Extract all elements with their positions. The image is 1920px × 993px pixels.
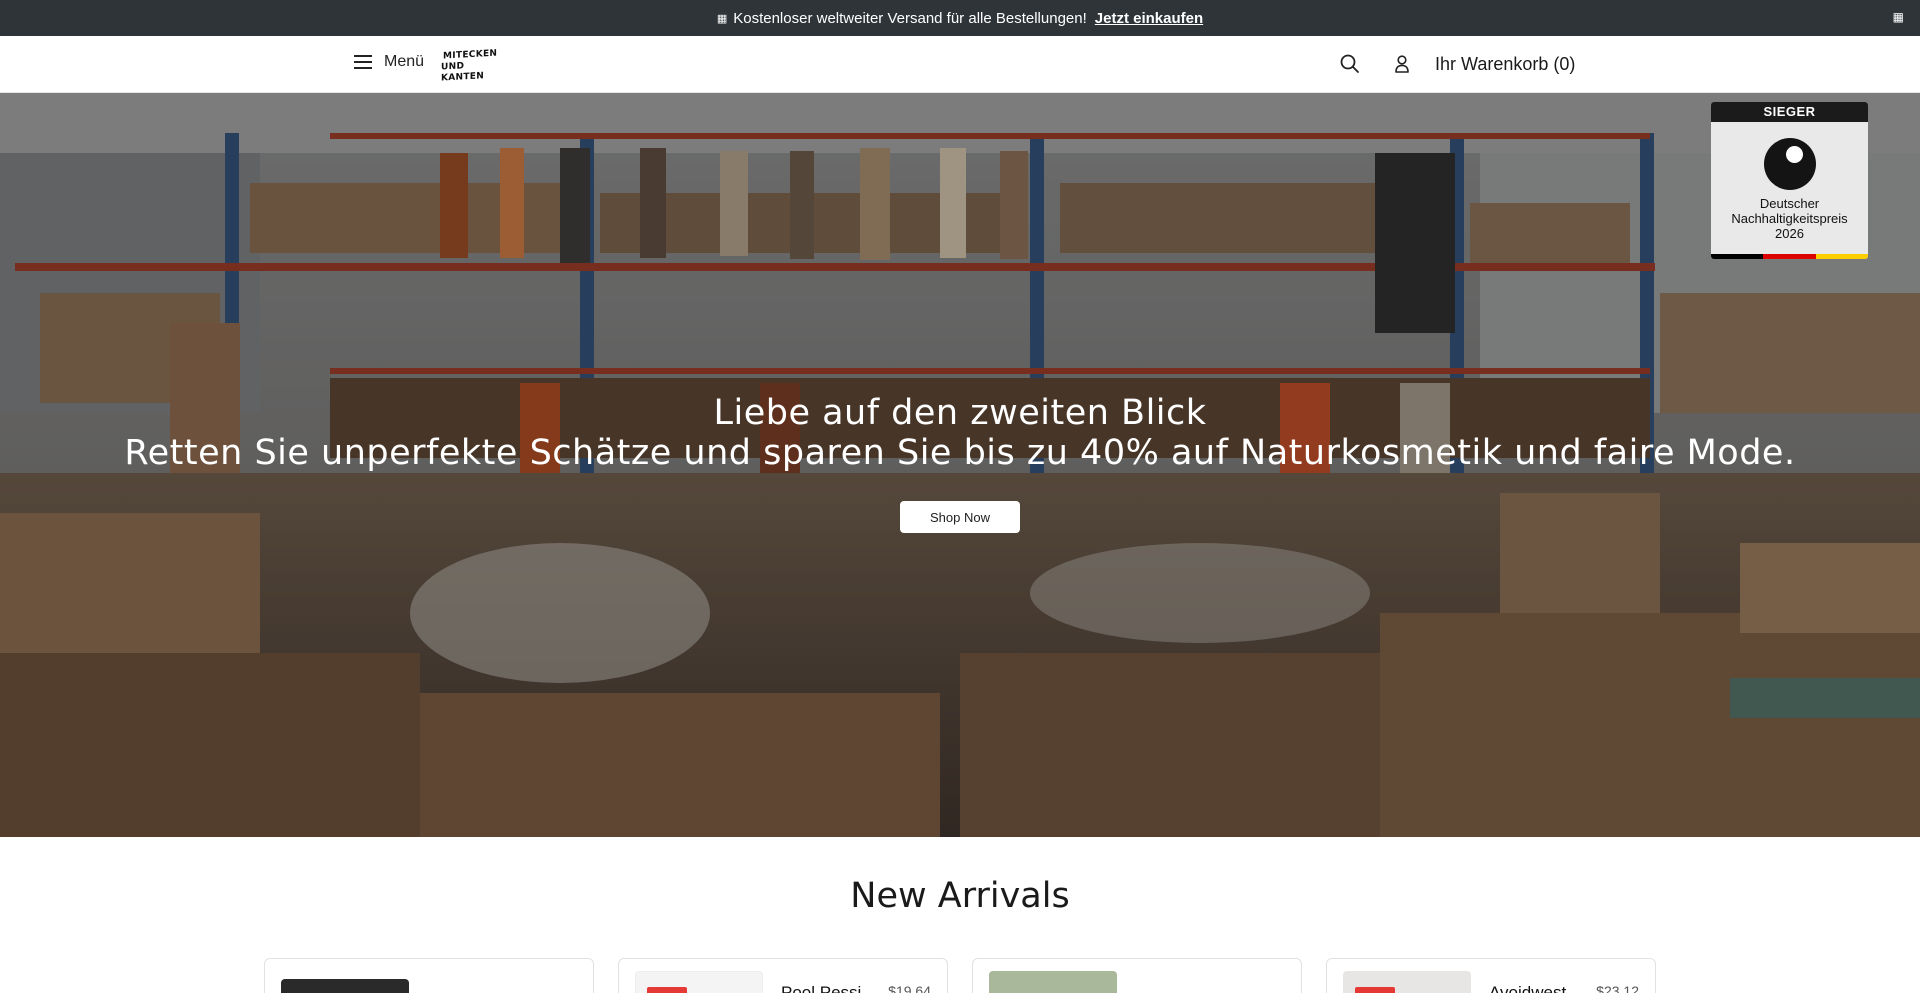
award-line-3: 2026 bbox=[1775, 226, 1804, 241]
user-icon[interactable] bbox=[1391, 53, 1413, 75]
menu-button[interactable]: Menü bbox=[354, 53, 424, 71]
logo-line-2: und Kanten bbox=[441, 61, 485, 84]
site-logo[interactable]: Mitecken und Kanten bbox=[441, 47, 499, 84]
sale-tag bbox=[1355, 987, 1395, 993]
product-card[interactable] bbox=[264, 958, 594, 993]
product-price: $19.64 bbox=[888, 983, 931, 993]
cart-link[interactable]: Ihr Warenkorb (0) bbox=[1435, 54, 1575, 75]
announcement-bar: ▦ Kostenloser weltweiter Versand für all… bbox=[0, 0, 1920, 36]
award-line-2: Nachhaltigkeitspreis bbox=[1731, 211, 1848, 226]
hero-subheading: Retten Sie unperfekte Schätze und sparen… bbox=[124, 433, 1796, 473]
hero-banner: SIEGER Deutscher Nachhaltigkeitspreis 20… bbox=[0, 93, 1920, 837]
hamburger-icon bbox=[354, 55, 372, 69]
shop-now-link[interactable]: Jetzt einkaufen bbox=[1095, 10, 1203, 27]
award-header: SIEGER bbox=[1711, 102, 1868, 122]
hero-text: Liebe auf den zweiten Blick Retten Sie u… bbox=[0, 393, 1920, 473]
product-name[interactable]: Pool Pessi bbox=[781, 983, 861, 993]
german-flag-stripe bbox=[1711, 254, 1868, 259]
award-line-1: Deutscher bbox=[1759, 196, 1820, 211]
award-badge: SIEGER Deutscher Nachhaltigkeitspreis 20… bbox=[1711, 102, 1868, 259]
shop-now-button[interactable]: Shop Now bbox=[900, 501, 1020, 533]
gift-icon: ▦ bbox=[716, 12, 728, 25]
hero-heading: Liebe auf den zweiten Blick bbox=[713, 393, 1207, 433]
site-header: Menü Mitecken und Kanten Ihr Warenkorb (… bbox=[0, 36, 1920, 93]
product-card[interactable] bbox=[972, 958, 1302, 993]
product-image[interactable] bbox=[989, 971, 1117, 993]
product-name[interactable]: Avoidwest bbox=[1489, 983, 1566, 993]
product-price: $23.12 bbox=[1596, 983, 1639, 993]
menu-label: Menü bbox=[384, 53, 425, 70]
product-card[interactable]: Avoidwest $23.12 bbox=[1326, 958, 1656, 993]
search-icon[interactable] bbox=[1339, 53, 1361, 75]
announcement-text: Kostenloser weltweiter Versand für alle … bbox=[733, 9, 1087, 27]
product-image[interactable] bbox=[281, 979, 409, 993]
new-arrivals-title: New Arrivals bbox=[850, 876, 1070, 916]
close-icon[interactable]: ▦ bbox=[1893, 10, 1904, 24]
sale-tag bbox=[647, 987, 687, 993]
award-logo-icon bbox=[1763, 138, 1816, 190]
product-card[interactable]: Pool Pessi $19.64 bbox=[618, 958, 948, 993]
